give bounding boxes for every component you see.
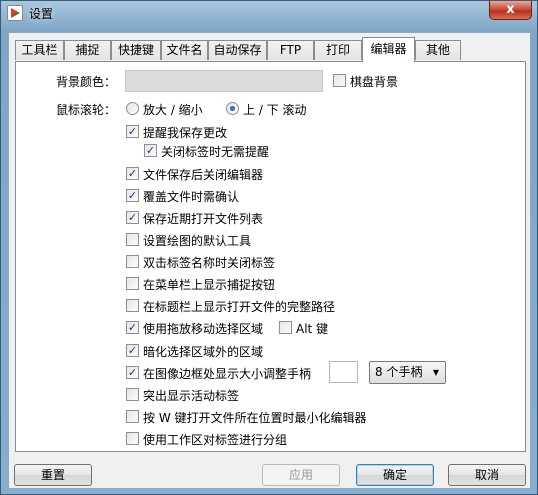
checkerboard-checkbox[interactable]	[333, 74, 346, 87]
tab-toolbar[interactable]: 工具栏	[15, 40, 64, 60]
dialog-body: 工具栏 捕捉 快捷键 文件名 自动保存 FTP 打印 编辑器 其他 背景颜色： …	[8, 32, 531, 489]
chevron-down-icon: ▼	[432, 368, 439, 377]
remind-save-checkbox[interactable]: ✓	[126, 125, 139, 138]
highlight-active-tab-label: 突出显示活动标签	[143, 389, 240, 403]
close-button[interactable]: x	[489, 1, 532, 20]
tab-other[interactable]: 其他	[415, 40, 461, 60]
apply-button[interactable]: 应用	[262, 464, 340, 486]
capture-button-menubar-checkbox[interactable]	[126, 277, 139, 290]
confirm-overwrite-checkbox[interactable]: ✓	[126, 189, 139, 202]
zoom-radio-label: 放大 / 缩小	[143, 103, 203, 117]
group-tabs-workspace-checkbox[interactable]	[126, 432, 139, 445]
app-icon	[7, 5, 23, 21]
minimize-on-w-label: 按 W 键打开文件所在位置时最小化编辑器	[143, 411, 367, 425]
alt-key-checkbox[interactable]	[279, 321, 292, 334]
alt-key-label: Alt 键	[296, 322, 329, 336]
tab-autosave[interactable]: 自动保存	[208, 40, 267, 60]
confirm-overwrite-label: 覆盖文件时需确认	[143, 190, 240, 204]
drag-move-selection-label: 使用拖放移动选择区域	[143, 322, 264, 336]
zoom-radio[interactable]	[126, 102, 139, 115]
reset-button[interactable]: 重置	[14, 464, 92, 486]
tab-ftp[interactable]: FTP	[267, 40, 314, 60]
default-tool-label: 设置绘图的默认工具	[143, 234, 252, 248]
close-after-save-label: 文件保存后关闭编辑器	[143, 168, 264, 182]
resize-handles-label: 在图像边框处显示大小调整手柄	[143, 367, 312, 381]
dblclick-close-tab-label: 双击标签名称时关闭标签	[143, 256, 276, 270]
background-color-label: 背景颜色：	[56, 75, 117, 89]
capture-button-menubar-label: 在菜单栏上显示捕捉按钮	[143, 278, 276, 292]
background-color-swatch[interactable]	[125, 70, 323, 92]
handle-color-swatch[interactable]	[329, 361, 358, 383]
darken-outside-label: 暗化选择区域外的区域	[143, 345, 264, 359]
recent-files-label: 保存近期打开文件列表	[143, 212, 264, 226]
handle-count-select[interactable]: 8 个手柄 ▼	[369, 361, 446, 384]
tab-shortcuts[interactable]: 快捷键	[111, 40, 161, 60]
full-path-titlebar-label: 在标题栏上显示打开文件的完整路径	[143, 300, 336, 314]
window-title: 设置	[29, 7, 54, 21]
remind-save-label: 提醒我保存更改	[143, 126, 228, 140]
tab-print[interactable]: 打印	[314, 40, 362, 60]
highlight-active-tab-checkbox[interactable]	[126, 388, 139, 401]
scroll-radio-label: 上 / 下 滚动	[243, 103, 307, 117]
tab-filename[interactable]: 文件名	[161, 40, 208, 60]
dblclick-close-tab-checkbox[interactable]	[126, 255, 139, 268]
close-after-save-checkbox[interactable]: ✓	[126, 167, 139, 180]
drag-move-selection-checkbox[interactable]: ✓	[126, 321, 139, 334]
title-bar[interactable]: 设置 x	[1, 1, 537, 25]
handle-count-value: 8 个手柄	[375, 365, 423, 379]
recent-files-checkbox[interactable]: ✓	[126, 211, 139, 224]
resize-handles-checkbox[interactable]: ✓	[126, 366, 139, 379]
full-path-titlebar-checkbox[interactable]	[126, 299, 139, 312]
scroll-radio[interactable]	[226, 102, 239, 115]
checkerboard-label: 棋盘背景	[350, 75, 399, 89]
darken-outside-checkbox[interactable]: ✓	[126, 344, 139, 357]
ok-button[interactable]: 确定	[356, 464, 434, 486]
editor-settings-panel: 背景颜色： 棋盘背景 鼠标滚轮： 放大 / 缩小 上 / 下 滚动 ✓ 提醒我保…	[15, 61, 526, 452]
tab-capture[interactable]: 捕捉	[64, 40, 111, 60]
default-tool-checkbox[interactable]	[126, 233, 139, 246]
close-tab-no-prompt-label: 关闭标签时无需提醒	[161, 145, 270, 159]
settings-window: 设置 x 工具栏 捕捉 快捷键 文件名 自动保存 FTP 打印 编辑器 其他 背…	[0, 0, 538, 495]
cancel-button[interactable]: 取消	[448, 464, 526, 486]
minimize-on-w-checkbox[interactable]	[126, 410, 139, 423]
tab-editor[interactable]: 编辑器	[362, 37, 415, 62]
group-tabs-workspace-label: 使用工作区对标签进行分组	[143, 433, 288, 447]
close-tab-no-prompt-checkbox[interactable]: ✓	[144, 144, 157, 157]
mouse-wheel-label: 鼠标滚轮：	[56, 103, 117, 117]
